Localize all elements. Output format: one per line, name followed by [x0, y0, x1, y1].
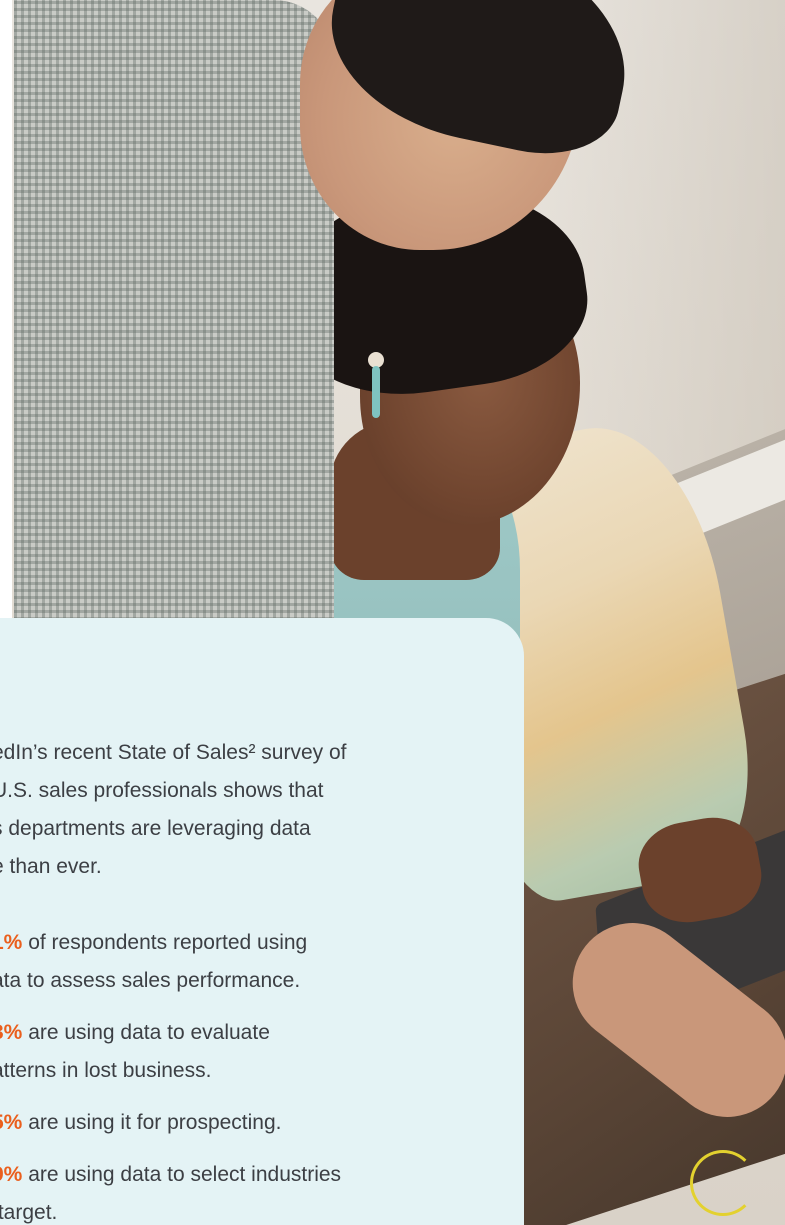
left-margin-strip	[0, 0, 12, 620]
intro-paragraph: edIn’s recent State of Sales² survey of …	[0, 734, 512, 886]
stat-percentage: 9%	[0, 1163, 23, 1186]
stat-text: are using it for prospecting.	[22, 1111, 282, 1134]
stats-card: edIn’s recent State of Sales² survey of …	[0, 618, 524, 1225]
stat-item: 5% are using it for prospecting.	[0, 1104, 512, 1142]
stat-item: 9% are using data to select industries t…	[0, 1156, 512, 1225]
stat-percentage: 3%	[0, 1021, 23, 1044]
stats-card-content: edIn’s recent State of Sales² survey of …	[0, 734, 512, 1225]
stat-item: 1% of respondents reported using ata to …	[0, 924, 512, 1000]
stats-list: 1% of respondents reported using ata to …	[0, 924, 512, 1225]
intro-line: s departments are leveraging data	[0, 817, 311, 840]
intro-line: edIn’s recent State of Sales² survey of	[0, 741, 347, 764]
man-shirt	[14, 0, 334, 620]
stat-text: atterns in lost business.	[0, 1059, 212, 1082]
stat-text: are using data to select industries	[22, 1163, 342, 1186]
stat-percentage: 5%	[0, 1111, 23, 1134]
stat-item: 3% are using data to evaluate atterns in…	[0, 1014, 512, 1090]
cable	[690, 1150, 756, 1216]
intro-line: U.S. sales professionals shows that	[0, 779, 324, 802]
intro-line: e than ever.	[0, 855, 102, 878]
stat-text: are using data to evaluate	[22, 1021, 270, 1044]
earring-drop	[372, 366, 380, 418]
stat-percentage: 1%	[0, 931, 23, 954]
stat-text: target.	[0, 1201, 58, 1224]
stat-text: ata to assess sales performance.	[0, 969, 301, 992]
stat-text: of respondents reported using	[22, 931, 308, 954]
